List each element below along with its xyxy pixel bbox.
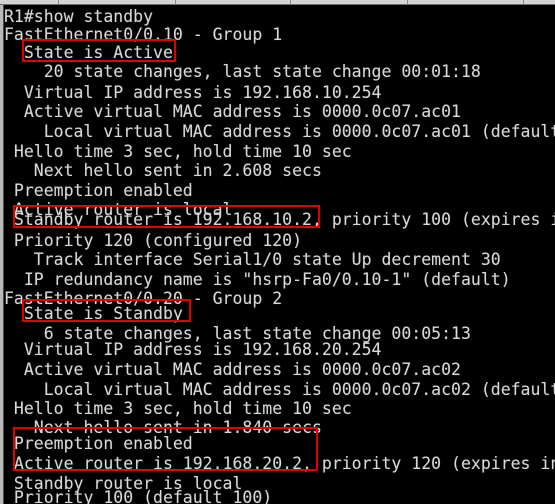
terminal-line-local-mac-2: Local virtual MAC address is 0000.0c07.a… bbox=[4, 380, 555, 399]
terminal-line-active-mac-2: Active virtual MAC address is 0000.0c07.… bbox=[4, 360, 461, 379]
terminal-line-local-mac-1: Local virtual MAC address is 0000.0c07.a… bbox=[4, 122, 555, 141]
terminal-line-active-mac-1: Active virtual MAC address is 0000.0c07.… bbox=[4, 102, 461, 121]
terminal-output-area[interactable]: R1#show standby FastEthernet0/0.10 - Gro… bbox=[4, 5, 555, 504]
terminal-line-redundancy-1: IP redundancy name is "hsrp-Fa0/0.10-1" … bbox=[4, 270, 511, 289]
terminal-line-active-router-2: Active router is 192.168.20.2, priority … bbox=[4, 454, 555, 473]
terminal-line-state-1: State is Active bbox=[4, 43, 173, 62]
terminal-line-virtual-ip-2: Virtual IP address is 192.168.20.254 bbox=[4, 340, 382, 359]
terminal-line-state-2: State is Standby bbox=[4, 304, 183, 323]
terminal-line-virtual-ip-1: Virtual IP address is 192.168.10.254 bbox=[4, 83, 382, 102]
terminal-line-preemption-2: Preemption enabled bbox=[4, 434, 193, 453]
terminal-line-priority-1: Priority 120 (configured 120) bbox=[4, 231, 303, 250]
terminal-line-state-changes-1: 20 state changes, last state change 00:0… bbox=[4, 62, 481, 81]
terminal-line-track-1: Track interface Serial1/0 state Up decre… bbox=[4, 250, 501, 269]
terminal-line-hello-time-2: Hello time 3 sec, hold time 10 sec bbox=[4, 399, 352, 418]
terminal-screenshot: R1#show standby FastEthernet0/0.10 - Gro… bbox=[0, 0, 555, 504]
terminal-line-hello-time-1: Hello time 3 sec, hold time 10 sec bbox=[4, 142, 352, 161]
terminal-line-next-hello-1: Next hello sent in 2.608 secs bbox=[4, 161, 322, 180]
terminal-line-preemption-1: Preemption enabled bbox=[4, 181, 193, 200]
terminal-line-standby-router-1: Standby router is 192.168.10.2, priority… bbox=[4, 210, 555, 229]
terminal-line-priority-2: Priority 100 (default 100) bbox=[4, 488, 273, 504]
